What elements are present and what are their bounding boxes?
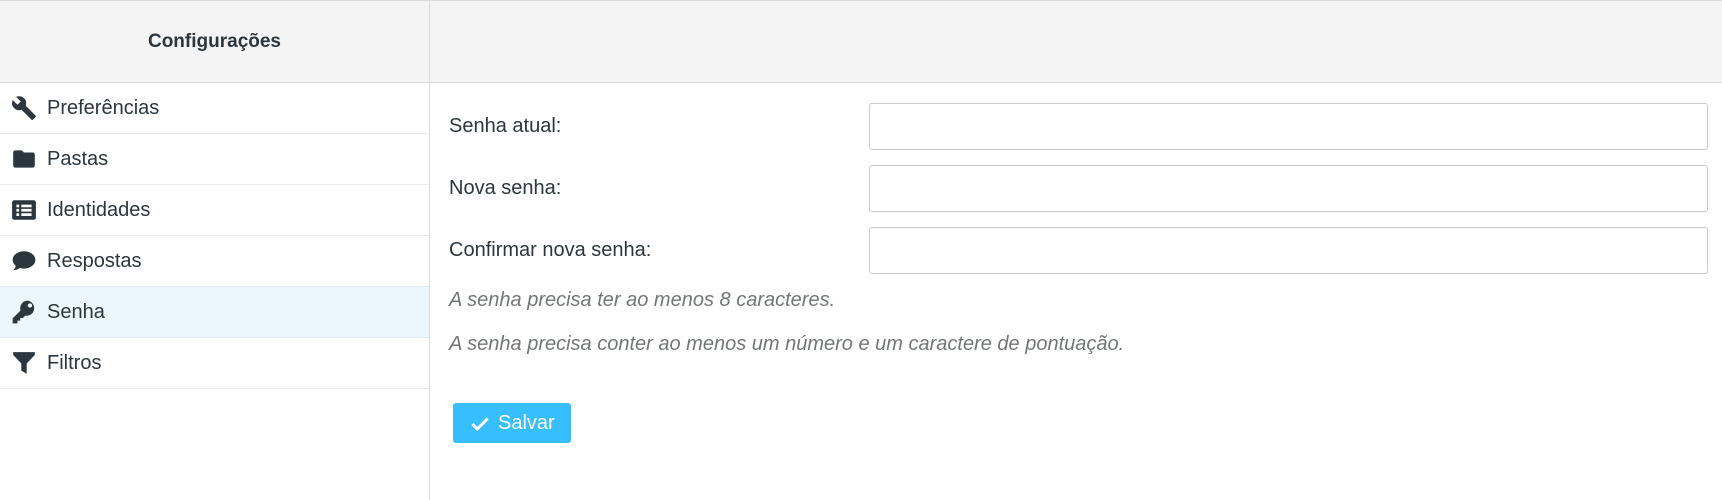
save-button[interactable]: Salvar (453, 403, 571, 443)
confirm-password-row: Confirmar nova senha: (449, 227, 1708, 274)
list-icon (10, 196, 38, 224)
filter-icon (10, 349, 38, 377)
current-password-label: Senha atual: (449, 115, 562, 137)
sidebar: Configurações Preferências Pastas Identi… (0, 1, 430, 500)
sidebar-item-label: Respostas (47, 249, 142, 272)
sidebar-title: Configurações (0, 1, 429, 83)
sidebar-item-pastas[interactable]: Pastas (0, 134, 429, 185)
new-password-input[interactable] (869, 165, 1708, 212)
folder-icon (10, 145, 38, 173)
sidebar-item-identidades[interactable]: Identidades (0, 185, 429, 236)
sidebar-item-label: Preferências (47, 96, 160, 119)
comment-icon (10, 247, 38, 275)
sidebar-item-senha[interactable]: Senha (0, 287, 429, 338)
sidebar-item-label: Identidades (47, 198, 151, 221)
wrench-icon (10, 94, 38, 122)
main-panel: Senha atual: Nova senha: Confirmar nova … (430, 1, 1722, 500)
sidebar-list: Preferências Pastas Identidades Resposta… (0, 83, 429, 389)
sidebar-item-respostas[interactable]: Respostas (0, 236, 429, 287)
sidebar-item-preferencias[interactable]: Preferências (0, 83, 429, 134)
check-icon (471, 417, 489, 432)
password-form: Senha atual: Nova senha: Confirmar nova … (430, 83, 1722, 443)
new-password-label: Nova senha: (449, 177, 562, 199)
new-password-row: Nova senha: (449, 165, 1708, 212)
settings-app: Configurações Preferências Pastas Identi… (0, 0, 1722, 500)
confirm-password-label: Confirmar nova senha: (449, 239, 652, 261)
confirm-password-input[interactable] (869, 227, 1708, 274)
sidebar-item-label: Senha (47, 300, 105, 323)
main-header (430, 1, 1722, 83)
key-icon (10, 298, 38, 326)
current-password-input[interactable] (869, 103, 1708, 150)
sidebar-item-filtros[interactable]: Filtros (0, 338, 429, 389)
sidebar-item-label: Filtros (47, 351, 102, 374)
password-hint-length: A senha precisa ter ao menos 8 caractere… (449, 289, 836, 311)
password-hint-complexity: A senha precisa conter ao menos um númer… (449, 333, 1125, 355)
save-button-label: Salvar (498, 411, 555, 434)
sidebar-item-label: Pastas (47, 147, 109, 170)
current-password-row: Senha atual: (449, 103, 1708, 150)
